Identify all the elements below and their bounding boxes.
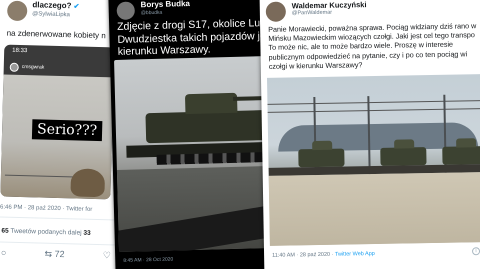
divider <box>0 241 122 246</box>
ground <box>268 172 480 246</box>
avatar[interactable] <box>116 1 135 20</box>
catenary-wire <box>267 108 480 113</box>
tank-turret <box>184 92 238 115</box>
retweet-stats[interactable]: 65 Tweetów podanych dalej 33 <box>1 228 90 237</box>
display-name[interactable]: dlaczego? ✔ <box>32 0 79 10</box>
retweet-action-count: 72 <box>54 248 65 260</box>
user-handle[interactable]: @bbudka <box>141 10 163 17</box>
trailer-wheels <box>156 152 267 165</box>
info-icon[interactable]: i <box>471 247 480 256</box>
like-icon[interactable]: ♡ <box>103 250 111 261</box>
tree-shape <box>70 168 106 198</box>
tank-on-railcar <box>380 147 427 166</box>
story-status-time: 18:33 <box>12 47 28 55</box>
divider <box>0 216 122 221</box>
tweet-text: Panie Morawiecki, poważna sprawa. Pociąg… <box>268 21 479 71</box>
story-avatar <box>9 62 19 72</box>
avatar[interactable] <box>6 0 28 22</box>
tweet-text: na zdenerwowane kobiety n <box>6 28 106 41</box>
stats-extra-count: 33 <box>83 229 91 237</box>
story-overlay-text: Serio??? <box>31 119 103 142</box>
tweet-card-left: dlaczego? ✔ @SylwiaLipka na zdenerwowane … <box>0 0 128 269</box>
tweet-media[interactable] <box>266 74 480 246</box>
tweet-media[interactable]: 18:33 cmsgwrak Serio??? <box>0 44 115 200</box>
source-app-link[interactable]: Twitter Web App <box>335 251 375 258</box>
tweet-media[interactable] <box>114 56 272 252</box>
tank-on-railcar <box>442 146 480 165</box>
tweet-text: Zdjęcie z drogi S17, okolice Lublina Dwu… <box>117 16 276 58</box>
catenary-wire <box>267 100 480 105</box>
tweet-card-middle: Borys Budka @bbudka Zdjęcie z drogi S17,… <box>108 0 276 269</box>
user-handle[interactable]: @SylwiaLipka <box>32 11 70 18</box>
display-name-text[interactable]: dlaczego? <box>32 0 71 10</box>
retweet-label: Tweetów podanych dalej <box>10 227 82 237</box>
tank-on-railcar <box>298 148 345 168</box>
avatar[interactable] <box>265 1 287 22</box>
tweet-card-right: Waldemar Kuczyński @PanWaldemar Panie Mo… <box>259 0 480 269</box>
reply-icon[interactable]: ○ <box>1 248 7 259</box>
tweet-actions: ○ ⇆ 72 ♡ <box>1 248 111 262</box>
tank-hull <box>145 110 267 144</box>
retweet-icon: ⇆ <box>44 248 53 259</box>
tweet-timestamp[interactable]: 8:45 AM · 28 Oct 2020 <box>123 257 173 264</box>
tweet-timestamp[interactable]: 11:40 AM · 28 paź 2020 · <box>272 252 335 259</box>
story-username: cmsgwrak <box>21 64 45 71</box>
display-name[interactable]: Borys Budka <box>140 0 190 9</box>
retweet-button[interactable]: ⇆ 72 <box>44 249 64 261</box>
story-photo: Serio??? <box>0 74 114 200</box>
verified-icon: ✔ <box>73 3 80 11</box>
tweet-timestamp[interactable]: 6:46 PM · 28 paź 2020 · Twitter for <box>0 204 92 212</box>
user-handle[interactable]: @PanWaldemar <box>292 10 332 17</box>
retweet-count: 65 <box>1 227 9 235</box>
tweet-footer: 11:40 AM · 28 paź 2020 · Twitter Web App <box>272 251 375 259</box>
